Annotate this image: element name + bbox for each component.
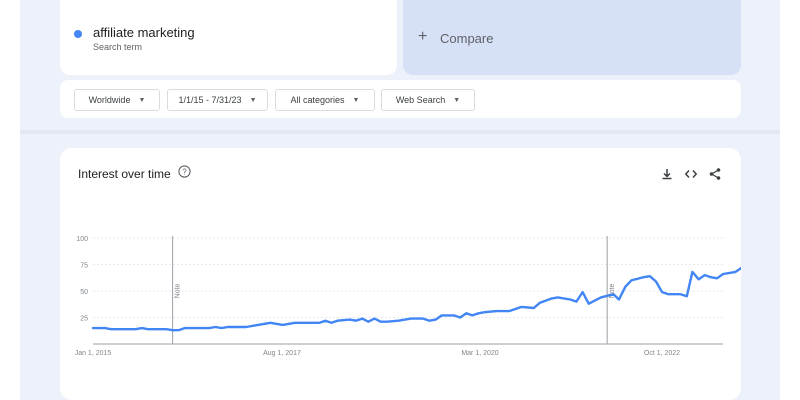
interest-line-chart: 100 75 50 25 Jan 1, 2015 Aug 1, 2017 Mar 1, 20… (75, 236, 741, 357)
filter-search-type-label: Web Search (395, 95, 446, 105)
search-term-name[interactable]: affiliate marketing (93, 25, 195, 40)
filter-bar: Worldwide ▼ 1/1/15 - 7/31/23 ▼ All categ… (60, 80, 741, 118)
x-tick-label: Aug 1, 2017 (263, 350, 301, 357)
plus-icon: + (418, 28, 428, 45)
compare-label: Compare (440, 31, 494, 46)
filter-category-label: All categories (290, 95, 345, 105)
search-term-card[interactable]: affiliate marketing Search term (60, 0, 397, 75)
y-tick-label: 25 (80, 316, 88, 323)
y-tick-label: 75 (80, 263, 88, 270)
filter-date-range-dropdown[interactable]: 1/1/15 - 7/31/23 ▼ (167, 89, 268, 111)
filter-date-range-label: 1/1/15 - 7/31/23 (178, 95, 242, 105)
x-tick-label: Oct 1, 2022 (644, 350, 680, 357)
x-tick-label: Mar 1, 2020 (461, 350, 498, 357)
x-tick-label: Jan 1, 2015 (75, 350, 112, 357)
term-color-dot (74, 30, 82, 38)
filter-category-dropdown[interactable]: All categories ▼ (275, 89, 375, 111)
y-tick-label: 100 (76, 236, 88, 243)
chevron-down-icon: ▼ (249, 96, 257, 104)
filter-region-label: Worldwide (88, 95, 131, 105)
section-divider (20, 130, 780, 134)
compare-button[interactable]: + Compare (403, 0, 741, 75)
filter-region-dropdown[interactable]: Worldwide ▼ (74, 89, 160, 111)
chevron-down-icon: ▼ (138, 96, 146, 104)
y-tick-label: 50 (80, 289, 88, 296)
interest-series-line (91, 266, 741, 332)
interest-over-time-card: Interest over time ? 100 75 50 25 Jan 1, 201… (60, 148, 741, 400)
chevron-down-icon: ▼ (453, 96, 461, 104)
search-term-subtitle: Search term (93, 42, 143, 52)
chevron-down-icon: ▼ (352, 96, 360, 104)
note-marker-label: Note (175, 284, 182, 299)
filter-search-type-dropdown[interactable]: Web Search ▼ (381, 89, 475, 111)
